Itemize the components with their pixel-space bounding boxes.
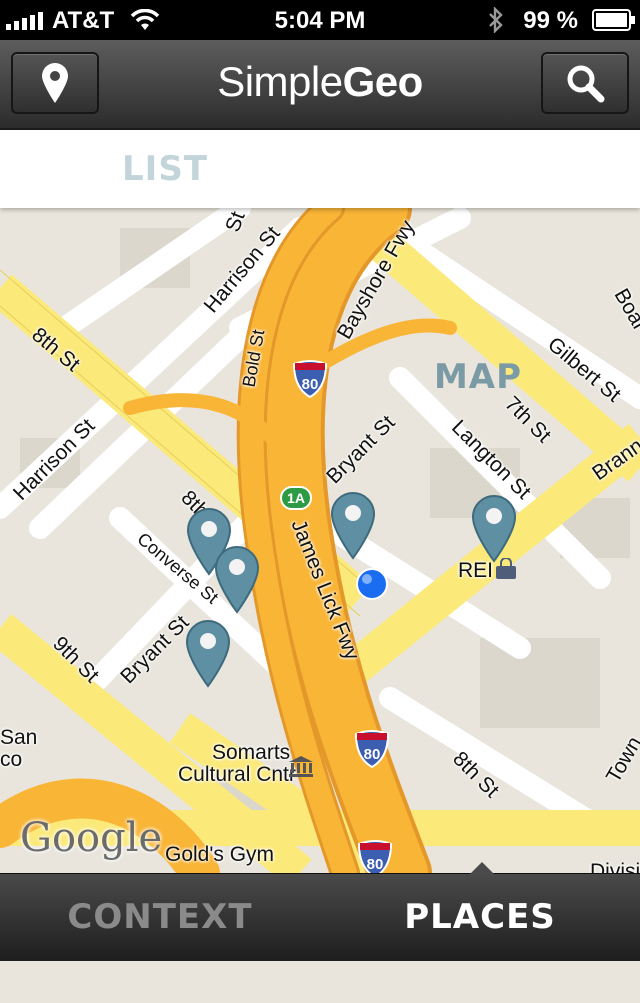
- search-icon: [567, 65, 605, 103]
- search-button[interactable]: [541, 52, 629, 114]
- bluetooth-icon: [489, 7, 503, 33]
- nav-bar: SimpleGeo: [0, 40, 640, 130]
- view-switcher: LIST MAP: [0, 130, 640, 397]
- battery-percent: 99 %: [523, 7, 578, 34]
- place-label-golds-gym: Gold's Gym: [165, 843, 275, 866]
- tab-list[interactable]: LIST: [0, 130, 330, 208]
- place-label-somarts: Cultural Cntr: [178, 763, 296, 786]
- svg-text:80: 80: [302, 376, 319, 393]
- status-bar: AT&T 5:04 PM 99 %: [0, 0, 640, 40]
- map-attribution: Google: [20, 815, 163, 861]
- street-label: San: [0, 726, 38, 749]
- svg-text:1A: 1A: [287, 490, 305, 506]
- place-label-somarts: Somarts: [212, 741, 291, 764]
- exit-badge: 1A: [280, 486, 312, 510]
- battery-icon: [592, 9, 635, 31]
- tab-map[interactable]: MAP: [318, 338, 638, 1003]
- tab-context[interactable]: CONTEXT: [0, 874, 320, 961]
- place-pin[interactable]: [185, 620, 231, 688]
- place-pin[interactable]: [214, 546, 260, 614]
- museum-icon: [289, 756, 313, 777]
- street-label: co: [0, 748, 23, 771]
